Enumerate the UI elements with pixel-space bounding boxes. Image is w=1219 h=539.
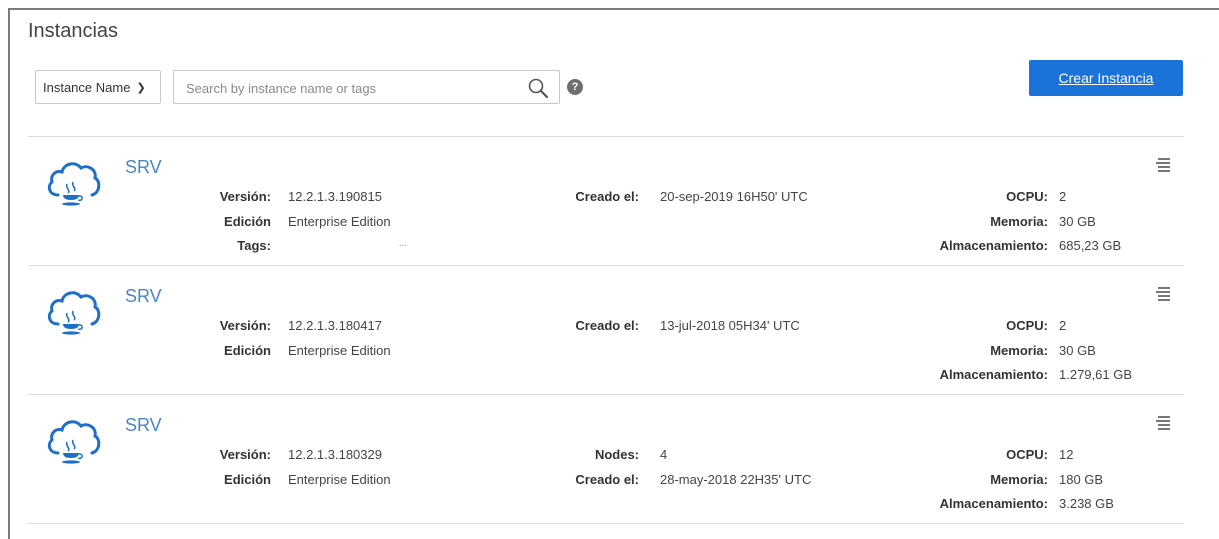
ocpu-label: OCPU: (1006, 318, 1048, 333)
divider (28, 523, 1184, 524)
created-label: Creado el: (575, 189, 639, 204)
version-label: Versión: (219, 189, 271, 204)
storage-label: Almacenamiento: (939, 367, 1048, 382)
created-label: Creado el: (575, 318, 639, 333)
created-value: 13-jul-2018 05H34' UTC (660, 318, 800, 333)
nodes-value: 4 (660, 447, 668, 462)
cloud-java-icon (47, 162, 101, 206)
edition-label: Edición (224, 343, 271, 358)
edition-label: Edición (224, 472, 271, 487)
created-label: Creado el: (575, 472, 639, 487)
version-value: 12.2.1.3.180417 (288, 318, 382, 333)
edition-label: Edición (224, 214, 271, 229)
version-value: 12.2.1.3.190815 (288, 189, 382, 204)
version-label: Versión: (219, 318, 271, 333)
storage-label: Almacenamiento: (939, 238, 1048, 253)
instance-row: SRV Versión: 12.2.1.3.190815 Edición Ent… (28, 137, 1184, 265)
instance-row: SRV Versión: 12.2.1.3.180329 Edición Ent… (28, 395, 1184, 523)
ocpu-label: OCPU: (1006, 189, 1048, 204)
page-title: Instancias (28, 20, 119, 42)
version-value: 12.2.1.3.180329 (288, 447, 382, 462)
storage-value: 685,23 GB (1059, 238, 1122, 253)
create-instance-button[interactable]: Crear Instancia (1029, 60, 1183, 96)
cloud-java-icon (47, 291, 101, 335)
cloud-java-icon (47, 420, 101, 464)
instance-name[interactable]: SRV (125, 286, 162, 307)
memory-label: Memoria: (990, 343, 1048, 358)
storage-value: 3.238 GB (1059, 496, 1114, 511)
memory-value: 30 GB (1059, 214, 1096, 229)
hamburger-menu-icon[interactable] (1156, 286, 1172, 304)
tags-label: Tags: (237, 238, 271, 253)
filter-field-value: Instance Name (43, 79, 131, 95)
window-frame-top (10, 8, 1219, 10)
help-icon[interactable]: ? (567, 79, 583, 95)
memory-label: Memoria: (990, 472, 1048, 487)
ocpu-value: 2 (1059, 189, 1067, 204)
ocpu-value: 2 (1059, 318, 1067, 333)
version-label: Versión: (219, 447, 271, 462)
memory-value: 180 GB (1059, 472, 1104, 487)
ocpu-value: 12 (1059, 447, 1074, 462)
instance-row: SRV Versión: 12.2.1.3.180417 Edición Ent… (28, 266, 1184, 394)
instance-name[interactable]: SRV (125, 415, 162, 436)
search-icon[interactable] (527, 77, 551, 101)
edition-value: Enterprise Edition (288, 214, 391, 229)
created-value: 28-may-2018 22H35' UTC (660, 472, 812, 487)
nodes-label: Nodes: (594, 447, 639, 462)
hamburger-menu-icon[interactable] (1156, 415, 1172, 433)
tags-value: ... (399, 238, 407, 248)
window-frame-left (8, 8, 10, 539)
storage-label: Almacenamiento: (939, 496, 1048, 511)
edition-value: Enterprise Edition (288, 343, 391, 358)
instance-name[interactable]: SRV (125, 157, 162, 178)
memory-label: Memoria: (990, 214, 1048, 229)
chevron-down-icon: ❯ (136, 81, 146, 94)
storage-value: 1.279,61 GB (1059, 367, 1132, 382)
search-box[interactable] (173, 70, 560, 104)
filter-field-select[interactable]: Instance Name ❯ (35, 70, 161, 104)
created-value: 20-sep-2019 16H50' UTC (660, 189, 808, 204)
search-input[interactable] (184, 77, 518, 99)
edition-value: Enterprise Edition (288, 472, 391, 487)
ocpu-label: OCPU: (1006, 447, 1048, 462)
hamburger-menu-icon[interactable] (1156, 157, 1172, 175)
memory-value: 30 GB (1059, 343, 1096, 358)
